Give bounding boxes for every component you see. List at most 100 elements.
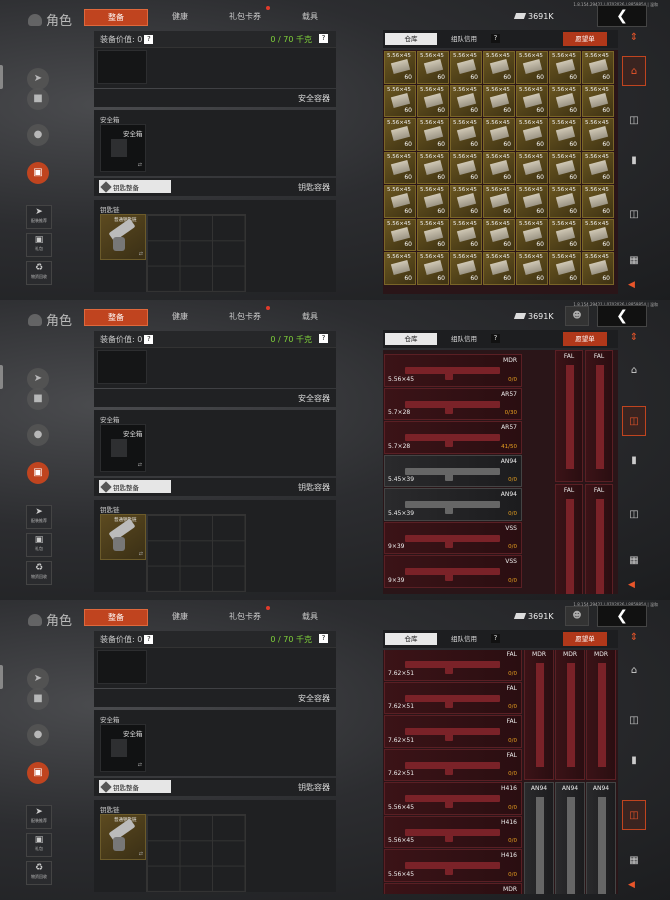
home-icon[interactable]: ⌂ — [622, 656, 646, 686]
tab-vehicle[interactable]: 载具 — [292, 609, 328, 624]
medicine-icon[interactable]: ▮ — [622, 446, 646, 476]
weapon-item-vertical[interactable]: FAL — [585, 484, 613, 594]
keychain-slot[interactable]: 普通钥匙链 ⇄ — [100, 214, 146, 260]
ammo-item[interactable]: 5.56×45 60 — [483, 118, 515, 151]
tab-loadout[interactable]: 整备 — [84, 9, 148, 26]
wishlist-button[interactable]: 愿望单 — [563, 32, 607, 46]
tab-team-credit[interactable]: 组队信用 — [441, 333, 487, 345]
weapon-item[interactable]: MDR 5.56×45 0/0 — [384, 354, 522, 387]
weapon-item-vertical[interactable]: AN94 — [586, 782, 616, 894]
profile-icon[interactable]: ☻ — [565, 306, 589, 326]
key-grid[interactable] — [146, 814, 246, 892]
help-icon[interactable]: ? — [491, 34, 500, 43]
ammo-item[interactable]: 5.56×45 60 — [549, 218, 581, 251]
ammo-item[interactable]: 5.56×45 60 — [417, 84, 449, 117]
recycle-button[interactable]: ♻ 物资回收 — [26, 261, 52, 285]
home-icon[interactable]: ⌂ — [622, 356, 646, 386]
help-icon[interactable]: ? — [319, 334, 328, 343]
category-backpack[interactable]: ▣ — [27, 462, 49, 484]
gift-button[interactable]: ▣ 礼包 — [26, 833, 52, 857]
ammo-item[interactable]: 5.56×45 60 — [516, 151, 548, 184]
drawer-handle[interactable] — [0, 365, 3, 389]
wishlist-button[interactable]: 愿望单 — [563, 332, 607, 346]
category-helmet[interactable]: ● — [27, 724, 49, 746]
currency-display[interactable]: 3691K — [513, 609, 559, 623]
ammo-item[interactable]: 5.56×45 60 — [582, 185, 614, 218]
weapon-item[interactable]: VSS 9×39 0/0 — [384, 555, 522, 588]
tab-loadout[interactable]: 整备 — [84, 309, 148, 326]
tab-health[interactable]: 健康 — [160, 309, 200, 324]
ammo-item[interactable]: 5.56×45 60 — [582, 252, 614, 285]
ammo-item[interactable]: 5.56×45 60 — [483, 185, 515, 218]
recycle-button[interactable]: ♻ 物资回收 — [26, 561, 52, 585]
ammo-item[interactable]: 5.56×45 60 — [450, 84, 482, 117]
help-icon[interactable]: ? — [319, 634, 328, 643]
ammo-item[interactable]: 5.56×45 60 — [417, 218, 449, 251]
back-button[interactable]: ❮ — [597, 305, 647, 327]
tab-gift-coupons[interactable]: 礼包卡券 — [222, 306, 270, 324]
backpack-slot[interactable] — [97, 350, 147, 384]
help-icon[interactable]: ? — [319, 34, 328, 43]
ammo-item[interactable]: 5.56×45 60 — [516, 185, 548, 218]
weapon-item[interactable]: H416 5.56×45 0/0 — [384, 782, 522, 815]
help-icon[interactable]: ? — [144, 635, 154, 644]
loadout-recommend-button[interactable]: ➤ 配装推荐 — [26, 805, 52, 829]
ammo-item[interactable]: 5.56×45 60 — [549, 151, 581, 184]
storage-icon[interactable]: ◫ — [622, 800, 646, 830]
help-icon[interactable]: ? — [144, 35, 154, 44]
drawer-handle[interactable] — [0, 65, 3, 89]
backpack-slot[interactable] — [97, 50, 147, 84]
backpack-slot[interactable] — [97, 650, 147, 684]
tab-gift-coupons[interactable]: 礼包卡券 — [222, 6, 270, 24]
ammo-item[interactable]: 5.56×45 60 — [516, 252, 548, 285]
ammo-item[interactable]: 5.56×45 60 — [450, 218, 482, 251]
ammo-item[interactable]: 5.56×45 60 — [549, 51, 581, 84]
weapon-item[interactable]: AN94 5.45×39 0/0 — [384, 488, 522, 521]
weapon-item[interactable]: FAL 7.62×51 0/0 — [384, 748, 522, 781]
ammo-item[interactable]: 5.56×45 60 — [549, 118, 581, 151]
tab-gift-coupons[interactable]: 礼包卡券 — [222, 606, 270, 624]
category-armor[interactable]: ■ — [27, 688, 49, 710]
help-icon[interactable]: ? — [491, 634, 500, 643]
ammo-item[interactable]: 5.56×45 60 — [450, 252, 482, 285]
currency-display[interactable]: 3691K — [513, 9, 559, 23]
recycle-button[interactable]: ♻ 物资回收 — [26, 861, 52, 885]
weapon-item[interactable]: FAL 7.62×51 0/0 — [384, 650, 522, 681]
sort-icon[interactable]: ⇕ — [623, 32, 645, 48]
ammo-item[interactable]: 5.56×45 60 — [417, 252, 449, 285]
tab-vehicle[interactable]: 载具 — [292, 9, 328, 24]
weapon-item[interactable]: H416 5.56×45 0/0 — [384, 815, 522, 848]
weapon-item-vertical[interactable]: MDR — [524, 650, 554, 780]
safe-box-slot[interactable]: 安全箱 ⇄ — [100, 424, 146, 472]
medicine-icon[interactable]: ▮ — [622, 746, 646, 776]
wishlist-button[interactable]: 愿望单 — [563, 632, 607, 646]
gift-button[interactable]: ▣ 礼包 — [26, 233, 52, 257]
weapon-item-vertical[interactable]: MDR — [555, 650, 585, 780]
sort-icon[interactable]: ⇕ — [623, 632, 645, 648]
drawer-handle[interactable] — [0, 665, 3, 689]
weapon-item-vertical[interactable]: FAL — [555, 484, 583, 594]
category-backpack[interactable]: ▣ — [27, 762, 49, 784]
tab-warehouse[interactable]: 仓库 — [385, 33, 437, 45]
tab-warehouse[interactable]: 仓库 — [385, 633, 437, 645]
ammo-item[interactable]: 5.56×45 60 — [516, 84, 548, 117]
sort-icon[interactable]: ⇕ — [623, 332, 645, 348]
ammo-item[interactable]: 5.56×45 60 — [384, 185, 416, 218]
ammo-item[interactable]: 5.56×45 60 — [417, 51, 449, 84]
ammo-item[interactable]: 5.56×45 60 — [450, 51, 482, 84]
ammo-item[interactable]: 5.56×45 60 — [417, 118, 449, 151]
tab-team-credit[interactable]: 组队信用 — [441, 633, 487, 645]
loadout-recommend-button[interactable]: ➤ 配装推荐 — [26, 205, 52, 229]
key-loadout-button[interactable]: 钥匙整备 — [99, 180, 171, 193]
loadout-recommend-button[interactable]: ➤ 配装推荐 — [26, 505, 52, 529]
tab-health[interactable]: 健康 — [160, 609, 200, 624]
safe-box-slot[interactable]: 安全箱 ⇄ — [100, 124, 146, 172]
collapse-arrow-icon[interactable]: ◀ — [628, 280, 635, 290]
tab-vehicle[interactable]: 载具 — [292, 309, 328, 324]
collapse-arrow-icon[interactable]: ◀ — [628, 580, 635, 590]
category-backpack[interactable]: ▣ — [27, 162, 49, 184]
ammo-item[interactable]: 5.56×45 60 — [516, 118, 548, 151]
help-icon[interactable]: ? — [491, 334, 500, 343]
ammo-item[interactable]: 5.56×45 60 — [483, 51, 515, 84]
category-rifle[interactable]: ➤ — [27, 68, 49, 90]
